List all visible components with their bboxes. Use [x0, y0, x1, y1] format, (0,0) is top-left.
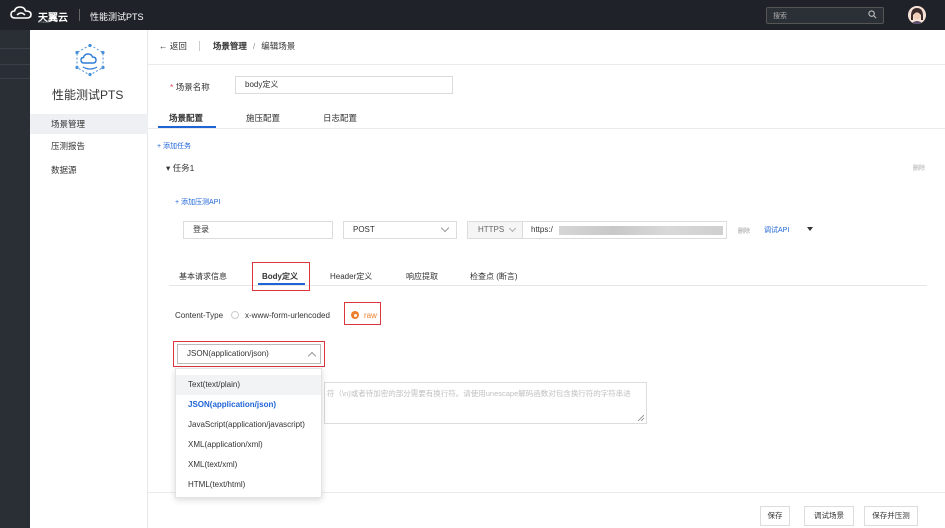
- http-method-value: POST: [353, 225, 375, 234]
- sidebar: 性能测试PTS 场景管理 压测报告 数据源: [30, 30, 148, 528]
- delete-api-link[interactable]: 删除: [738, 226, 750, 235]
- sidebar-item-data-source[interactable]: 数据源: [30, 160, 148, 180]
- format-option-json[interactable]: JSON(application/json): [176, 395, 321, 415]
- api-name-input[interactable]: 登录: [183, 221, 333, 239]
- sidebar-item-label: 场景管理: [51, 119, 86, 129]
- url-prefix: https:/: [531, 225, 553, 234]
- tabs-divider: [148, 128, 945, 129]
- tab-basic-request[interactable]: 基本请求信息: [179, 271, 227, 282]
- tab-response-extract[interactable]: 响应提取: [406, 271, 438, 282]
- content-type-label: Content-Type: [175, 311, 224, 320]
- url-input[interactable]: https:/: [522, 221, 727, 239]
- back-link[interactable]: ← 返回: [159, 40, 187, 52]
- rail-divider: [0, 78, 30, 79]
- sidebar-title: 性能测试PTS: [52, 88, 124, 102]
- topbar-divider: [79, 9, 80, 21]
- save-button[interactable]: 保存: [760, 506, 790, 526]
- brand-logo[interactable]: 天翼云 e-Cloud: [10, 6, 68, 24]
- tab-scene-config[interactable]: 场景配置: [169, 112, 203, 124]
- top-bar: 天翼云 e-Cloud 性能测试PTS 搜索: [0, 0, 945, 30]
- debug-api-link[interactable]: 调试API: [764, 225, 789, 235]
- scene-name-label: * 场景名称: [170, 81, 210, 93]
- radio-form-urlencoded[interactable]: [231, 311, 239, 319]
- user-avatar[interactable]: [908, 6, 926, 24]
- debug-scene-button[interactable]: 调试场景: [804, 506, 854, 526]
- highlight-box-raw: [344, 302, 381, 325]
- protocol-value: HTTPS: [478, 225, 505, 234]
- radio-form-urlencoded-label[interactable]: x-www-form-urlencoded: [245, 311, 330, 320]
- sidebar-item-scene-management[interactable]: 场景管理: [30, 114, 148, 134]
- delete-task-link[interactable]: 删除: [913, 163, 925, 172]
- product-name: 性能测试PTS: [90, 12, 144, 22]
- format-option-text-plain[interactable]: Text(text/plain): [176, 375, 321, 395]
- tab-load-config[interactable]: 施压配置: [246, 112, 280, 124]
- format-option-javascript[interactable]: JavaScript(application/javascript): [176, 415, 321, 435]
- format-option-html[interactable]: HTML(text/html): [176, 475, 321, 495]
- pts-product-icon: [75, 43, 105, 77]
- format-option-xml-text[interactable]: XML(text/xml): [176, 455, 321, 475]
- breadcrumb-separator: /: [252, 41, 256, 51]
- url-redacted: [559, 226, 723, 235]
- format-option-xml-application[interactable]: XML(application/xml): [176, 435, 321, 455]
- http-method-select[interactable]: POST: [343, 221, 457, 239]
- brand-subtitle: e-Cloud: [38, 20, 49, 24]
- resize-handle-icon[interactable]: [638, 415, 644, 421]
- sidebar-item-test-reports[interactable]: 压测报告: [30, 136, 148, 156]
- breadcrumb-scene-management[interactable]: 场景管理: [213, 40, 247, 52]
- breadcrumb-current: 编辑场景: [261, 41, 296, 51]
- search-input[interactable]: 搜索: [773, 11, 787, 21]
- sidebar-item-label: 数据源: [51, 165, 77, 175]
- cloud-logo-icon: [10, 6, 32, 19]
- scene-name-input[interactable]: body定义: [235, 76, 453, 94]
- rail-divider: [0, 64, 30, 65]
- scene-name-label-text: 场景名称: [175, 82, 210, 92]
- breadcrumb: ← 返回 场景管理 / 编辑场景: [159, 40, 295, 52]
- breadcrumb-divider: [198, 41, 200, 51]
- highlight-box-format-select: [173, 341, 325, 367]
- caret-down-icon[interactable]: [807, 227, 813, 231]
- search-box[interactable]: 搜索: [766, 7, 884, 24]
- add-api-link[interactable]: + 添加压测API: [175, 197, 220, 207]
- body-textarea-placeholder: 符（\n)或者待加密的部分需要有换行符。请使用unescape解码函数对包含换行…: [327, 389, 631, 398]
- search-icon[interactable]: [868, 10, 877, 19]
- chevron-down-icon: [508, 224, 517, 233]
- tab-log-config[interactable]: 日志配置: [323, 112, 357, 124]
- chevron-down-icon: [440, 223, 450, 233]
- highlight-box-body-tab: [252, 262, 310, 291]
- add-task-link[interactable]: + 添加任务: [157, 141, 191, 151]
- save-and-run-button[interactable]: 保存并压测: [864, 506, 918, 526]
- format-dropdown-menu: Text(text/plain) JSON(application/json) …: [175, 368, 322, 498]
- protocol-select[interactable]: HTTPS: [467, 221, 523, 239]
- tab-checkpoint[interactable]: 检查点 (断言): [470, 271, 518, 282]
- tab-header-definition[interactable]: Header定义: [330, 271, 372, 282]
- task-1-toggle[interactable]: ▾ 任务1: [166, 162, 194, 174]
- avatar-icon: [908, 6, 926, 24]
- required-mark: *: [170, 82, 174, 92]
- body-textarea[interactable]: 符（\n)或者待加密的部分需要有换行符。请使用unescape解码函数对包含换行…: [324, 382, 647, 424]
- sidebar-item-label: 压测报告: [51, 141, 86, 151]
- left-rail: [0, 30, 30, 528]
- header-divider: [148, 64, 945, 65]
- rail-divider: [0, 48, 30, 49]
